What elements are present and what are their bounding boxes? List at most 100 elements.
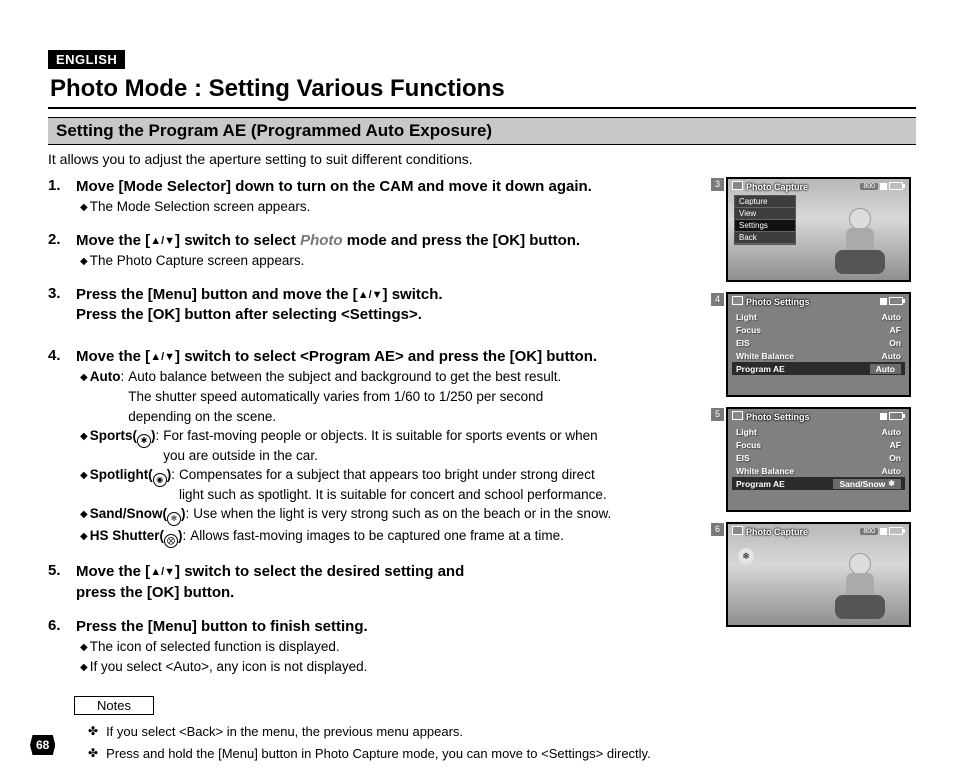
screen-6-block: 6 Photo Capture 800 ❄	[726, 522, 916, 627]
option-auto-desc3: depending on the scene.	[128, 409, 276, 424]
up-down-arrow-icon: ▲/▼	[358, 289, 383, 301]
s5-r1-k: Focus	[736, 440, 761, 450]
step-6-sub2-text: If you select <Auto>, any icon is not di…	[90, 659, 368, 674]
s4-r3-v: Auto	[882, 351, 901, 361]
hs-shutter-icon: ⨂	[164, 534, 178, 548]
option-sports-desc1: For fast-moving people or objects. It is…	[163, 428, 597, 443]
screen-6-thumb: Photo Capture 800 ❄	[726, 522, 911, 627]
menu-back: Back	[735, 232, 795, 244]
page-title: Photo Mode : Setting Various Functions	[48, 69, 916, 109]
note-1-text: If you select <Back> in the menu, the pr…	[106, 724, 463, 739]
option-auto-desc1: Auto balance between the subject and bac…	[128, 369, 561, 384]
s5-hl-k: Program AE	[736, 479, 785, 489]
snowflake-icon: ❄	[888, 479, 895, 488]
step-4-main: Move the [▲/▼] switch to select <Program…	[76, 347, 708, 367]
option-spotlight-desc2: light such as spotlight. It is suitable …	[179, 487, 607, 502]
s5-r2-k: EIS	[736, 453, 750, 463]
battery-icon	[889, 297, 903, 305]
s4-r0-k: Light	[736, 312, 757, 322]
s5-r0-k: Light	[736, 427, 757, 437]
notes-list: ✤If you select <Back> in the menu, the p…	[48, 721, 708, 765]
screen-4-thumb: Photo Settings LightAuto FocusAF EISOn W…	[726, 292, 911, 397]
step-3-part-b: ] switch.	[383, 286, 443, 303]
camera-icon	[732, 296, 743, 305]
screen-5-number: 5	[711, 408, 724, 421]
option-hs-label: HS Shutter(	[90, 528, 164, 543]
option-spotlight-desc1: Compensates for a subject that appears t…	[179, 467, 595, 482]
s4-r0-v: Auto	[882, 312, 901, 322]
screen-3-thumb: Photo Capture 800 Capture View Settings …	[726, 177, 911, 282]
s5-r3-v: Auto	[882, 466, 901, 476]
camera-icon	[732, 526, 743, 535]
screen-3-menu: Capture View Settings Back	[734, 195, 796, 245]
up-down-arrow-icon: ▲/▼	[150, 566, 175, 578]
intro-text: It allows you to adjust the aperture set…	[48, 151, 916, 167]
step-6-sub1: ◆The icon of selected function is displa…	[76, 637, 708, 657]
s4-r1-v: AF	[890, 325, 901, 335]
option-spotlight-label: Spotlight(	[90, 467, 153, 482]
stop-icon	[880, 298, 887, 305]
option-sand-label: Sand/Snow(	[90, 506, 167, 521]
note-2: ✤Press and hold the [Menu] button in Pho…	[88, 743, 708, 765]
photo-mode-term: Photo	[300, 232, 343, 249]
step-2-sub: ◆The Photo Capture screen appears.	[76, 251, 708, 271]
screenshots-column: 3 Photo Capture 800 Capture View Setting…	[726, 177, 916, 765]
screen-6-number: 6	[711, 523, 724, 536]
note-2-text: Press and hold the [Menu] button in Phot…	[106, 746, 651, 761]
battery-icon	[889, 527, 903, 535]
step-6: Press the [Menu] button to finish settin…	[48, 617, 708, 676]
screen-5-header: Photo Settings	[746, 412, 810, 422]
option-sports-label: Sports(	[90, 428, 137, 443]
step-2-part-a: Move the [	[76, 232, 150, 249]
menu-settings: Settings	[735, 220, 795, 232]
up-down-arrow-icon: ▲/▼	[150, 235, 175, 247]
screen-4-block: 4 Photo Settings LightAuto FocusAF EISOn…	[726, 292, 916, 397]
option-auto: ◆Auto: Auto balance between the subject …	[76, 367, 708, 426]
s4-r2-k: EIS	[736, 338, 750, 348]
option-sand-desc1: Use when the light is very strong such a…	[193, 506, 611, 521]
s5-r3-k: White Balance	[736, 466, 794, 476]
step-3-line2: Press the [OK] button after selecting <S…	[76, 305, 708, 325]
step-1-sub: ◆The Mode Selection screen appears.	[76, 197, 708, 217]
s4-hl-k: Program AE	[736, 364, 785, 374]
child-illustration	[831, 204, 891, 274]
sports-icon: ✱	[137, 434, 151, 448]
screen-3-header: Photo Capture	[746, 182, 808, 192]
menu-capture: Capture	[735, 196, 795, 208]
step-5-line2: press the [OK] button.	[76, 583, 708, 603]
screen-3-number: 3	[711, 178, 724, 191]
step-1-sub-text: The Mode Selection screen appears.	[90, 199, 311, 214]
s4-hl-v: Auto	[870, 364, 901, 374]
note-1: ✤If you select <Back> in the menu, the p…	[88, 721, 708, 743]
child-illustration	[831, 549, 891, 619]
screen-5-thumb: Photo Settings LightAuto FocusAF EISOn W…	[726, 407, 911, 512]
menu-view: View	[735, 208, 795, 220]
step-2-part-b: ] switch to select	[175, 232, 300, 249]
option-hs-shutter: ◆HS Shutter(⨂): Allows fast-moving image…	[76, 526, 708, 548]
spotlight-icon: ◉	[153, 473, 167, 487]
stop-icon	[880, 528, 887, 535]
camera-icon	[732, 181, 743, 190]
step-4: Move the [▲/▼] switch to select <Program…	[48, 347, 708, 548]
option-sand-snow: ◆Sand/Snow(❄): Use when the light is ver…	[76, 504, 708, 526]
step-3-line1: Press the [Menu] button and move the [▲/…	[76, 285, 708, 305]
step-5: Move the [▲/▼] switch to select the desi…	[48, 562, 708, 603]
option-sports: ◆Sports(✱): For fast-moving people or ob…	[76, 426, 708, 465]
battery-icon	[889, 412, 903, 420]
step-2: Move the [▲/▼] switch to select Photo mo…	[48, 231, 708, 271]
screen-5-block: 5 Photo Settings LightAuto FocusAF EISOn…	[726, 407, 916, 512]
option-sports-desc2: you are outside in the car.	[163, 448, 318, 463]
step-3-part-a: Press the [Menu] button and move the [	[76, 286, 358, 303]
s4-r2-v: On	[889, 338, 901, 348]
camera-icon	[732, 411, 743, 420]
battery-icon	[889, 182, 903, 190]
step-6-sub2: ◆If you select <Auto>, any icon is not d…	[76, 657, 708, 677]
section-subtitle: Setting the Program AE (Programmed Auto …	[48, 117, 916, 145]
step-3: Press the [Menu] button and move the [▲/…	[48, 285, 708, 326]
s5-hl-v: Sand/Snow❄	[833, 479, 901, 489]
s5-r0-v: Auto	[882, 427, 901, 437]
step-5-part-b: ] switch to select the desired setting a…	[175, 563, 464, 580]
up-down-arrow-icon: ▲/▼	[150, 351, 175, 363]
stop-icon	[880, 413, 887, 420]
step-4-part-b: ] switch to select <Program AE> and pres…	[175, 348, 597, 365]
